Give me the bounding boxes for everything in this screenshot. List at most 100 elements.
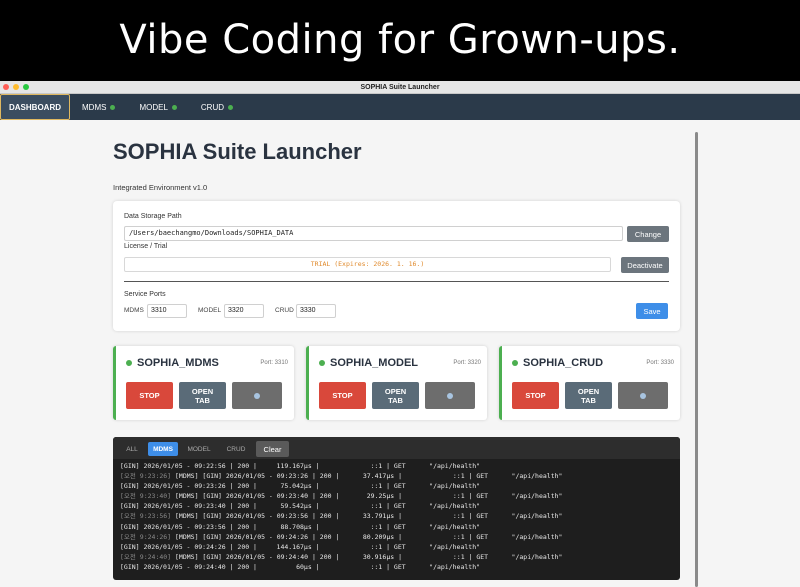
nav-tab-label: MODEL (139, 102, 168, 112)
service-card-mdms: SOPHIA_MDMS Port: 3310 STOP OPEN TAB (113, 346, 294, 420)
log-text: [GIN] 2026/01/05 - 09:24:26 | 200 | 144.… (120, 542, 481, 551)
open-tab-button[interactable]: OPEN TAB (565, 382, 612, 409)
nav-tab-model[interactable]: MODEL (127, 94, 188, 120)
status-dot-icon (110, 104, 116, 110)
log-timestamp-prefix: [오전 9:24:40] (120, 552, 176, 561)
port-input-mdms[interactable]: 3310 (147, 304, 187, 318)
storage-path-field[interactable]: /Users/baechangmo/Downloads/SOPHIA_DATA (124, 226, 623, 241)
port-label-model: MODEL (198, 307, 222, 314)
clear-logs-button[interactable]: Clear (256, 441, 289, 457)
log-text: [MDMS] [GIN] 2026/01/05 - 09:23:26 | 200… (175, 472, 563, 481)
main-content: SOPHIA Suite Launcher Integrated Environ… (0, 120, 800, 587)
log-text: [GIN] 2026/01/05 - 09:23:56 | 200 | 88.7… (120, 522, 481, 531)
log-tab-mdms[interactable]: MDMS (148, 442, 178, 456)
banner-text: Vibe Coding for Grown-ups. (119, 17, 681, 63)
nav-tab-crud[interactable]: CRUD (189, 94, 245, 120)
log-line: [오전 9:23:56] [MDMS] [GIN] 2026/01/05 - 0… (120, 511, 675, 521)
open-tab-button[interactable]: OPEN TAB (372, 382, 419, 409)
status-dot-icon (512, 360, 518, 366)
service-port: Port: 3320 (453, 360, 481, 366)
open-tab-button[interactable]: OPEN TAB (179, 382, 226, 409)
close-window-icon[interactable] (3, 84, 9, 90)
page-subtitle: Integrated Environment v1.0 (113, 183, 208, 192)
log-timestamp-prefix: [오전 9:23:26] (120, 472, 176, 481)
nav-tab-mdms[interactable]: MDMS (70, 94, 127, 120)
nav-tab-label: CRUD (200, 102, 225, 112)
settings-divider (124, 281, 669, 282)
status-dot-icon (126, 360, 132, 366)
page-scrollbar[interactable] (695, 132, 698, 587)
log-line: [GIN] 2026/01/05 - 09:24:40 | 200 | 60µs… (120, 562, 675, 572)
stop-button[interactable]: STOP (512, 382, 559, 409)
window-title: SOPHIA Suite Launcher (360, 84, 440, 91)
window-titlebar: SOPHIA Suite Launcher (0, 81, 800, 94)
page-title: SOPHIA Suite Launcher (113, 139, 362, 164)
service-status-button[interactable] (618, 382, 668, 409)
log-line: [오전 9:23:26] [MDMS] [GIN] 2026/01/05 - 0… (120, 471, 675, 481)
port-input-model[interactable]: 3320 (224, 304, 264, 318)
zoom-window-icon[interactable] (23, 84, 29, 90)
service-card-crud: SOPHIA_CRUD Port: 3330 STOP OPEN TAB (499, 346, 680, 420)
log-line: [오전 9:23:40] [MDMS] [GIN] 2026/01/05 - 0… (120, 491, 675, 501)
log-tab-model[interactable]: MODEL (184, 442, 214, 456)
log-text: [MDMS] [GIN] 2026/01/05 - 09:23:56 | 200… (175, 512, 563, 521)
log-line: [GIN] 2026/01/05 - 09:23:56 | 200 | 88.7… (120, 522, 675, 532)
port-label-crud: CRUD (275, 307, 294, 314)
license-label: License / Trial (124, 243, 168, 250)
indicator-dot-icon (640, 392, 646, 399)
log-text: [GIN] 2026/01/05 - 09:23:26 | 200 | 75.0… (120, 482, 481, 491)
log-line: [GIN] 2026/01/05 - 09:23:40 | 200 | 59.5… (120, 501, 675, 511)
service-card-model: SOPHIA_MODEL Port: 3320 STOP OPEN TAB (306, 346, 487, 420)
log-tab-all[interactable]: ALL (121, 442, 143, 456)
nav-tab-dashboard[interactable]: DASHBOARD (0, 94, 70, 120)
status-dot-icon (171, 104, 177, 110)
minimize-window-icon[interactable] (13, 84, 19, 90)
service-port: Port: 3310 (260, 360, 288, 366)
indicator-dot-icon (447, 392, 453, 399)
log-line: [GIN] 2026/01/05 - 09:24:26 | 200 | 144.… (120, 542, 675, 552)
log-panel: ALL MDMS MODEL CRUD Clear [GIN] 2026/01/… (113, 437, 680, 580)
status-dot-icon (319, 360, 325, 366)
promo-banner: Vibe Coding for Grown-ups. (0, 0, 800, 80)
service-ports-label: Service Ports (124, 291, 166, 298)
service-name: SOPHIA_MDMS (137, 357, 219, 369)
service-port: Port: 3330 (646, 360, 674, 366)
service-status-button[interactable] (232, 382, 282, 409)
log-tab-crud[interactable]: CRUD (221, 442, 251, 456)
window-controls (3, 84, 29, 90)
log-text: [GIN] 2026/01/05 - 09:24:40 | 200 | 60µs… (120, 562, 481, 571)
log-output: [GIN] 2026/01/05 - 09:22:56 | 200 | 119.… (120, 461, 675, 576)
log-tab-bar: ALL MDMS MODEL CRUD Clear (113, 437, 680, 459)
service-name: SOPHIA_CRUD (523, 357, 604, 369)
indicator-dot-icon (254, 392, 260, 399)
log-text: [MDMS] [GIN] 2026/01/05 - 09:24:26 | 200… (175, 532, 563, 541)
log-timestamp-prefix: [오전 9:24:26] (120, 532, 176, 541)
nav-tab-label: DASHBOARD (9, 102, 61, 112)
change-path-button[interactable]: Change (627, 226, 669, 242)
log-text: [MDMS] [GIN] 2026/01/05 - 09:23:40 | 200… (175, 492, 563, 501)
deactivate-button[interactable]: Deactivate (621, 257, 669, 273)
port-label-mdms: MDMS (124, 307, 144, 314)
log-text: [GIN] 2026/01/05 - 09:23:40 | 200 | 59.5… (120, 502, 481, 511)
log-line: [오전 9:24:40] [MDMS] [GIN] 2026/01/05 - 0… (120, 552, 675, 562)
storage-path-label: Data Storage Path (124, 213, 182, 220)
service-name: SOPHIA_MODEL (330, 357, 419, 369)
status-dot-icon (228, 104, 234, 110)
nav-tab-label: MDMS (82, 102, 107, 112)
log-line: [GIN] 2026/01/05 - 09:22:56 | 200 | 119.… (120, 461, 675, 471)
app-window: SOPHIA Suite Launcher DASHBOARD MDMS MOD… (0, 81, 800, 587)
stop-button[interactable]: STOP (319, 382, 366, 409)
settings-card: Data Storage Path /Users/baechangmo/Down… (113, 201, 680, 331)
log-line: [오전 9:24:26] [MDMS] [GIN] 2026/01/05 - 0… (120, 532, 675, 542)
log-timestamp-prefix: [오전 9:23:56] (120, 512, 176, 521)
top-navbar: DASHBOARD MDMS MODEL CRUD (0, 94, 800, 120)
log-text: [GIN] 2026/01/05 - 09:22:56 | 200 | 119.… (120, 462, 481, 470)
trial-status-field: TRIAL (Expires: 2026. 1. 16.) (124, 257, 611, 272)
log-line: [GIN] 2026/01/05 - 09:23:26 | 200 | 75.0… (120, 481, 675, 491)
log-text: [MDMS] [GIN] 2026/01/05 - 09:24:40 | 200… (175, 552, 563, 561)
stop-button[interactable]: STOP (126, 382, 173, 409)
port-input-crud[interactable]: 3330 (296, 304, 336, 318)
log-timestamp-prefix: [오전 9:23:40] (120, 492, 176, 501)
service-status-button[interactable] (425, 382, 475, 409)
save-button[interactable]: Save (636, 303, 668, 319)
